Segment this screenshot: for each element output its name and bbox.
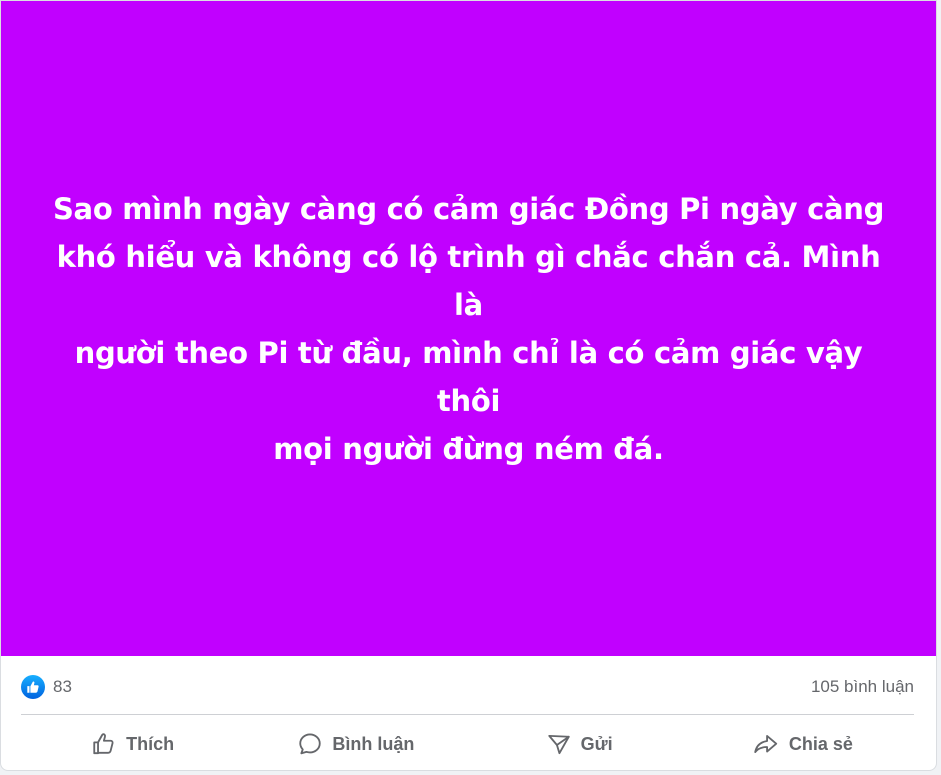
like-button-label: Thích [126, 733, 175, 754]
comment-count-link[interactable]: 105 bình luận [811, 677, 914, 697]
post-background: Sao mình ngày càng có cảm giác Đồng Pi n… [1, 1, 936, 656]
share-arrow-icon [752, 731, 780, 757]
divider [21, 714, 914, 715]
post-text-line: mọi người đừng ném đá. [273, 431, 664, 466]
send-icon [546, 731, 572, 757]
thumbs-up-icon [91, 731, 117, 757]
post-text-line: khó hiểu và không có lộ trình gì chắc ch… [56, 239, 881, 322]
send-button[interactable]: Gửi [468, 719, 691, 769]
post-actions: Thích Bình luận Gửi Chia sẻ [21, 719, 914, 769]
post-text-line: Sao mình ngày càng có cảm giác Đồng Pi n… [52, 191, 885, 226]
reaction-count: 83 [53, 677, 72, 696]
comment-button-label: Bình luận [332, 733, 415, 754]
reactions-summary[interactable]: 83 [21, 675, 72, 699]
share-button[interactable]: Chia sẻ [691, 719, 914, 769]
share-button-label: Chia sẻ [788, 733, 853, 754]
post-card: Sao mình ngày càng có cảm giác Đồng Pi n… [0, 0, 937, 771]
speech-bubble-icon [297, 731, 323, 757]
like-button[interactable]: Thích [21, 719, 244, 769]
post-text: Sao mình ngày càng có cảm giác Đồng Pi n… [39, 185, 899, 473]
post-text-line: người theo Pi từ đầu, mình chỉ là có cảm… [74, 335, 863, 418]
send-button-label: Gửi [580, 733, 613, 754]
post-stats: 83 105 bình luận [21, 671, 914, 703]
like-icon [21, 675, 45, 699]
comment-button[interactable]: Bình luận [244, 719, 467, 769]
